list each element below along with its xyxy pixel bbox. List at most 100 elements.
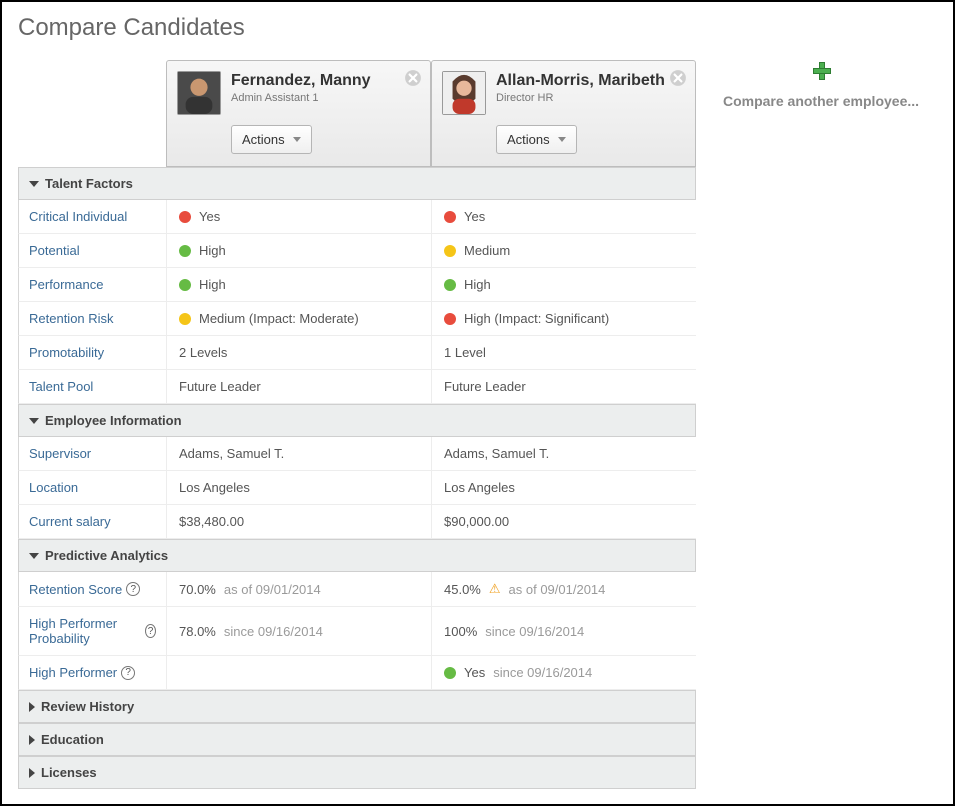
actions-button[interactable]: Actions — [231, 125, 312, 154]
cell: Los Angeles — [431, 471, 696, 505]
cell: Medium (Impact: Moderate) — [166, 302, 431, 336]
status-dot-icon — [444, 211, 456, 223]
section-title: Predictive Analytics — [45, 548, 168, 563]
actions-button[interactable]: Actions — [496, 125, 577, 154]
cell-value: Future Leader — [179, 379, 261, 394]
cell-value: High — [199, 277, 226, 292]
help-icon[interactable]: ? — [145, 624, 156, 638]
candidate-card-0: Fernandez, Manny Admin Assistant 1 Actio… — [166, 60, 431, 167]
help-icon[interactable]: ? — [121, 666, 135, 680]
close-icon[interactable] — [669, 69, 687, 87]
status-dot-icon — [179, 313, 191, 325]
section-employee-information[interactable]: Employee Information — [18, 404, 696, 437]
plus-icon — [813, 62, 829, 78]
row-label-high-performer: High Performer ? — [18, 656, 166, 690]
cell: $90,000.00 — [431, 505, 696, 539]
cell-value: 1 Level — [444, 345, 486, 360]
actions-label: Actions — [242, 132, 285, 147]
warning-icon: ⚠ — [489, 581, 501, 597]
cell: Yes since 09/16/2014 — [431, 656, 696, 690]
row-label-promotability: Promotability — [18, 336, 166, 370]
collapsed-icon — [29, 702, 35, 712]
cell: High (Impact: Significant) — [431, 302, 696, 336]
cell: High — [166, 234, 431, 268]
candidate-name: Allan-Morris, Maribeth — [496, 71, 665, 90]
cell: High — [166, 268, 431, 302]
row-label-performance: Performance — [18, 268, 166, 302]
cell-value: Medium (Impact: Moderate) — [199, 311, 359, 326]
section-title: Employee Information — [45, 413, 182, 428]
cell: $38,480.00 — [166, 505, 431, 539]
status-dot-icon — [444, 667, 456, 679]
cell-note: as of 09/01/2014 — [509, 582, 606, 597]
actions-label: Actions — [507, 132, 550, 147]
cell-note: since 09/16/2014 — [224, 624, 323, 639]
cell: 2 Levels — [166, 336, 431, 370]
label-text: High Performer — [29, 665, 117, 680]
cell-note: since 09/16/2014 — [485, 624, 584, 639]
cell-value: High — [464, 277, 491, 292]
cell-value: Yes — [464, 209, 485, 224]
cell: 1 Level — [431, 336, 696, 370]
cell: 70.0% as of 09/01/2014 — [166, 572, 431, 607]
candidate-name: Fernandez, Manny — [231, 71, 371, 90]
section-title: Talent Factors — [45, 176, 133, 191]
cell-value: 45.0% — [444, 582, 481, 597]
compare-another-label: Compare another employee... — [723, 93, 919, 109]
section-title: Licenses — [41, 765, 97, 780]
cell: Future Leader — [166, 370, 431, 404]
avatar — [177, 71, 221, 115]
section-talent-factors[interactable]: Talent Factors — [18, 167, 696, 200]
section-title: Education — [41, 732, 104, 747]
row-label-hp-probability: High Performer Probability ? — [18, 607, 166, 656]
section-title: Review History — [41, 699, 134, 714]
cell: Yes — [166, 200, 431, 234]
row-label-critical-individual: Critical Individual — [18, 200, 166, 234]
compare-another-panel[interactable]: Compare another employee... — [697, 62, 945, 111]
cell: Los Angeles — [166, 471, 431, 505]
cell: High — [431, 268, 696, 302]
candidate-title: Admin Assistant 1 — [231, 92, 371, 104]
label-text: Retention Score — [29, 582, 122, 597]
cell-note: since 09/16/2014 — [493, 665, 592, 680]
row-label-location: Location — [18, 471, 166, 505]
cell: Adams, Samuel T. — [166, 437, 431, 471]
cell-note: as of 09/01/2014 — [224, 582, 321, 597]
row-label-current-salary: Current salary — [18, 505, 166, 539]
cell-value: High (Impact: Significant) — [464, 311, 609, 326]
status-dot-icon — [444, 279, 456, 291]
label-text: High Performer Probability — [29, 616, 141, 646]
cell-value: Yes — [464, 665, 485, 680]
cell — [166, 656, 431, 690]
status-dot-icon — [444, 245, 456, 257]
cell: Yes — [431, 200, 696, 234]
status-dot-icon — [179, 211, 191, 223]
header-spacer — [18, 60, 166, 167]
section-licenses[interactable]: Licenses — [18, 756, 696, 789]
cell-value: High — [199, 243, 226, 258]
cell: Future Leader — [431, 370, 696, 404]
section-predictive-analytics[interactable]: Predictive Analytics — [18, 539, 696, 572]
row-label-potential: Potential — [18, 234, 166, 268]
chevron-down-icon — [293, 137, 301, 142]
cell-value: Future Leader — [444, 379, 526, 394]
candidate-title: Director HR — [496, 92, 665, 104]
help-icon[interactable]: ? — [126, 582, 140, 596]
section-review-history[interactable]: Review History — [18, 690, 696, 723]
expanded-icon — [29, 181, 39, 187]
status-dot-icon — [444, 313, 456, 325]
candidate-card-1: Allan-Morris, Maribeth Director HR Actio… — [431, 60, 696, 167]
status-dot-icon — [179, 279, 191, 291]
expanded-icon — [29, 553, 39, 559]
row-label-retention-risk: Retention Risk — [18, 302, 166, 336]
collapsed-icon — [29, 735, 35, 745]
cell-value: Medium — [464, 243, 510, 258]
row-label-retention-score: Retention Score ? — [18, 572, 166, 607]
avatar — [442, 71, 486, 115]
cell-value: Yes — [199, 209, 220, 224]
close-icon[interactable] — [404, 69, 422, 87]
cell-value: 70.0% — [179, 582, 216, 597]
cell: Medium — [431, 234, 696, 268]
status-dot-icon — [179, 245, 191, 257]
section-education[interactable]: Education — [18, 723, 696, 756]
